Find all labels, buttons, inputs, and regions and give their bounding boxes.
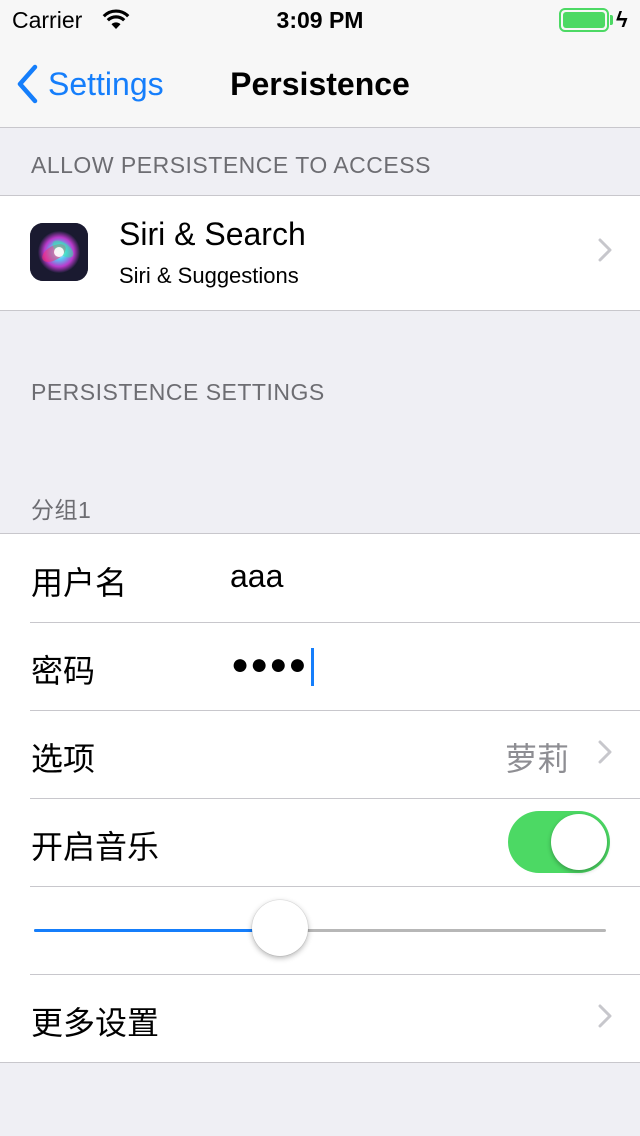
siri-subtitle: Siri & Suggestions [119, 263, 299, 288]
status-time: 3:09 PM [276, 7, 364, 33]
chevron-right-icon [598, 740, 612, 764]
username-cell[interactable]: 用户名 aaa [0, 534, 640, 622]
chevron-right-icon [598, 1004, 612, 1028]
option-label: 选项 [31, 741, 96, 777]
chevron-right-icon [598, 238, 612, 262]
siri-title: Siri & Search [119, 216, 306, 252]
music-label: 开启音乐 [31, 829, 160, 865]
access-group: Siri & Search Siri & Suggestions [0, 195, 640, 311]
section-header-access: ALLOW PERSISTENCE TO ACCESS [31, 152, 431, 178]
battery-fill [563, 12, 605, 28]
battery-nub [610, 15, 613, 25]
username-field[interactable]: aaa [230, 558, 283, 595]
slider-thumb[interactable] [251, 900, 308, 956]
more-settings-cell[interactable]: 更多设置 [0, 974, 640, 1062]
music-cell: 开启音乐 [0, 798, 640, 886]
toggle-knob [551, 814, 607, 870]
status-bar: Carrier 3:09 PM ϟ [0, 0, 640, 40]
more-settings-label: 更多设置 [31, 1005, 160, 1041]
siri-search-cell[interactable]: Siri & Search Siri & Suggestions [0, 196, 640, 310]
section-header-settings: PERSISTENCE SETTINGS [31, 379, 325, 405]
slider-cell [0, 886, 640, 974]
slider-track[interactable] [34, 929, 606, 932]
group1-header: 分组1 [31, 497, 92, 523]
bolt-icon: ϟ [616, 7, 628, 32]
page-title: Persistence [230, 66, 410, 102]
username-label: 用户名 [31, 565, 128, 601]
settings-group-1: 用户名 aaa 密码 ●●●● 选项 萝莉 开启音乐 更多设置 [0, 533, 640, 1063]
password-label: 密码 [31, 653, 96, 689]
slider-fill [34, 929, 280, 932]
password-field[interactable]: ●●●● [231, 648, 307, 682]
navigation-bar: Settings Persistence [0, 40, 640, 128]
option-cell[interactable]: 选项 萝莉 [0, 710, 640, 798]
text-cursor [311, 648, 314, 686]
battery-icon [559, 8, 609, 32]
option-value: 萝莉 [504, 741, 569, 777]
screen: Carrier 3:09 PM ϟ Settings Persistence A… [0, 0, 640, 1136]
music-toggle[interactable] [508, 811, 610, 873]
siri-icon [30, 223, 88, 281]
password-cell[interactable]: 密码 ●●●● [0, 622, 640, 710]
